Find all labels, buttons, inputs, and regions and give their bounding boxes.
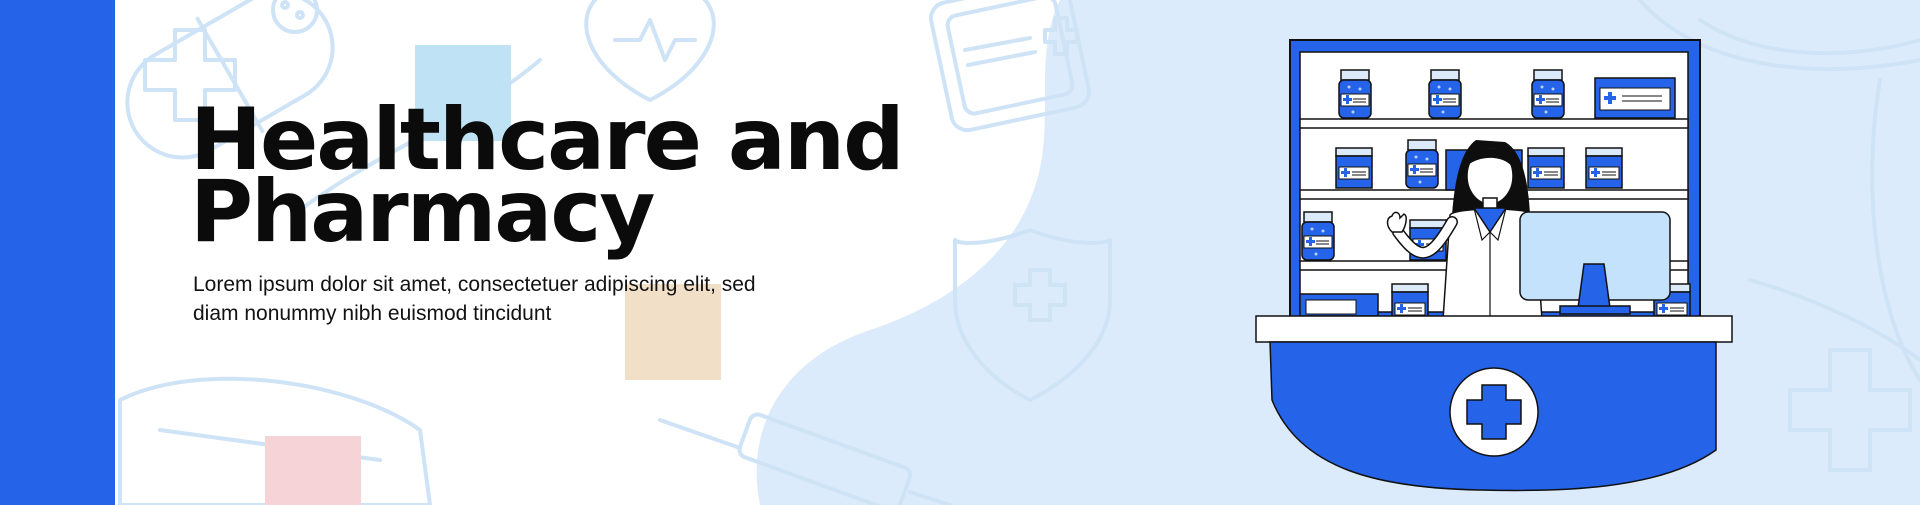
pharmacy-counter: [1255, 315, 1733, 492]
pharmacy-illustration: [1255, 39, 1733, 492]
medicine-box: [1594, 77, 1676, 119]
computer-monitor: [1519, 211, 1671, 315]
